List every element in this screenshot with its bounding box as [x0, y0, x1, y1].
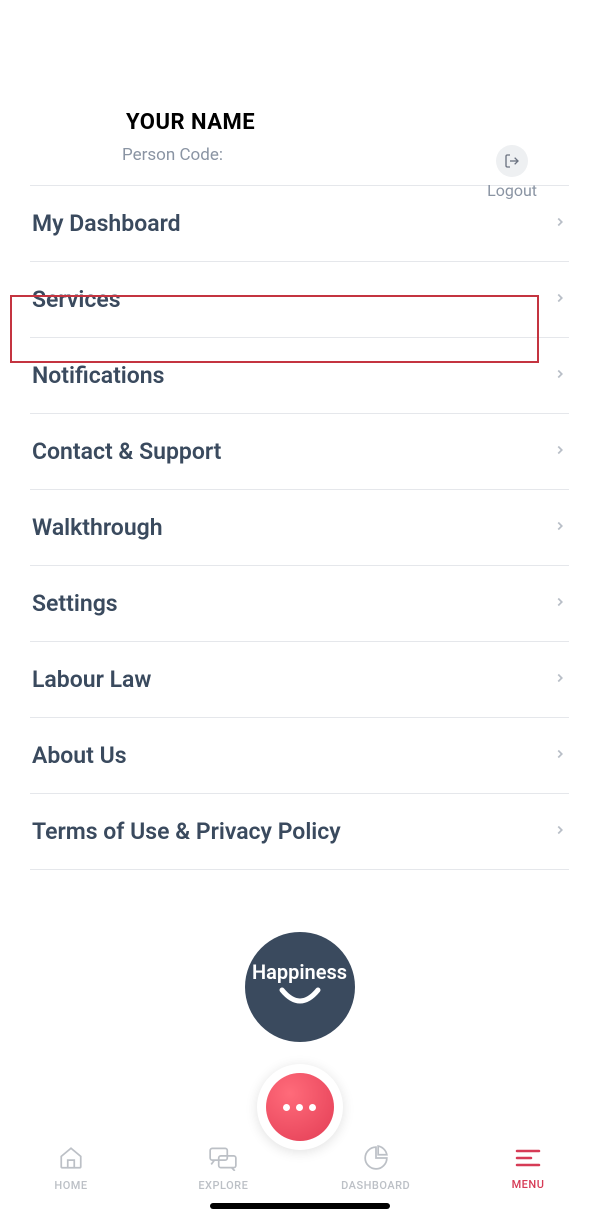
more-icon: [266, 1073, 334, 1141]
home-indicator: [210, 1203, 390, 1209]
chevron-right-icon: [553, 288, 567, 312]
menu-list: My Dashboard Services Notifications Cont…: [30, 186, 569, 870]
logout-icon: [496, 145, 528, 177]
nav-label: MENU: [512, 1178, 545, 1191]
dashboard-icon: [362, 1145, 390, 1175]
smile-icon: [276, 986, 324, 1014]
menu-item-walkthrough[interactable]: Walkthrough: [30, 490, 569, 566]
menu-item-label: My Dashboard: [32, 210, 181, 237]
profile-header: YOUR NAME Person Code: Logout: [0, 0, 599, 185]
menu-item-label: Notifications: [32, 362, 164, 389]
chevron-right-icon: [553, 440, 567, 464]
chevron-right-icon: [553, 820, 567, 844]
chevron-right-icon: [553, 744, 567, 768]
chevron-right-icon: [553, 212, 567, 236]
menu-item-label: Labour Law: [32, 666, 151, 693]
menu-item-label: Contact & Support: [32, 438, 221, 465]
nav-home[interactable]: HOME: [36, 1145, 106, 1192]
menu-item-settings[interactable]: Settings: [30, 566, 569, 642]
chevron-right-icon: [553, 516, 567, 540]
menu-icon: [513, 1146, 543, 1174]
explore-icon: [208, 1145, 238, 1175]
menu-item-about-us[interactable]: About Us: [30, 718, 569, 794]
menu-item-label: Settings: [32, 590, 118, 617]
chevron-right-icon: [553, 668, 567, 692]
menu-item-notifications[interactable]: Notifications: [30, 338, 569, 414]
nav-explore[interactable]: EXPLORE: [188, 1145, 258, 1192]
home-icon: [57, 1145, 85, 1175]
menu-item-label: Walkthrough: [32, 514, 163, 541]
logout-label: Logout: [487, 181, 537, 200]
menu-item-services[interactable]: Services: [30, 262, 569, 338]
menu-item-labour-law[interactable]: Labour Law: [30, 642, 569, 718]
bottom-nav: HOME EXPLORE DASHBOARD: [0, 1133, 599, 1203]
menu-item-label: Services: [32, 286, 121, 313]
nav-dashboard[interactable]: DASHBOARD: [341, 1145, 411, 1192]
logout-button[interactable]: Logout: [487, 145, 537, 200]
menu-item-terms-privacy[interactable]: Terms of Use & Privacy Policy: [30, 794, 569, 870]
menu-item-label: Terms of Use & Privacy Policy: [32, 818, 341, 845]
happiness-button[interactable]: Happiness: [245, 932, 355, 1042]
nav-label: HOME: [54, 1179, 87, 1192]
happiness-label: Happiness: [252, 960, 347, 984]
nav-label: EXPLORE: [198, 1179, 248, 1192]
nav-menu[interactable]: MENU: [493, 1146, 563, 1191]
chevron-right-icon: [553, 364, 567, 388]
nav-label: DASHBOARD: [341, 1179, 410, 1192]
menu-item-label: About Us: [32, 742, 127, 769]
menu-item-contact-support[interactable]: Contact & Support: [30, 414, 569, 490]
user-name: YOUR NAME: [126, 110, 569, 135]
chevron-right-icon: [553, 592, 567, 616]
